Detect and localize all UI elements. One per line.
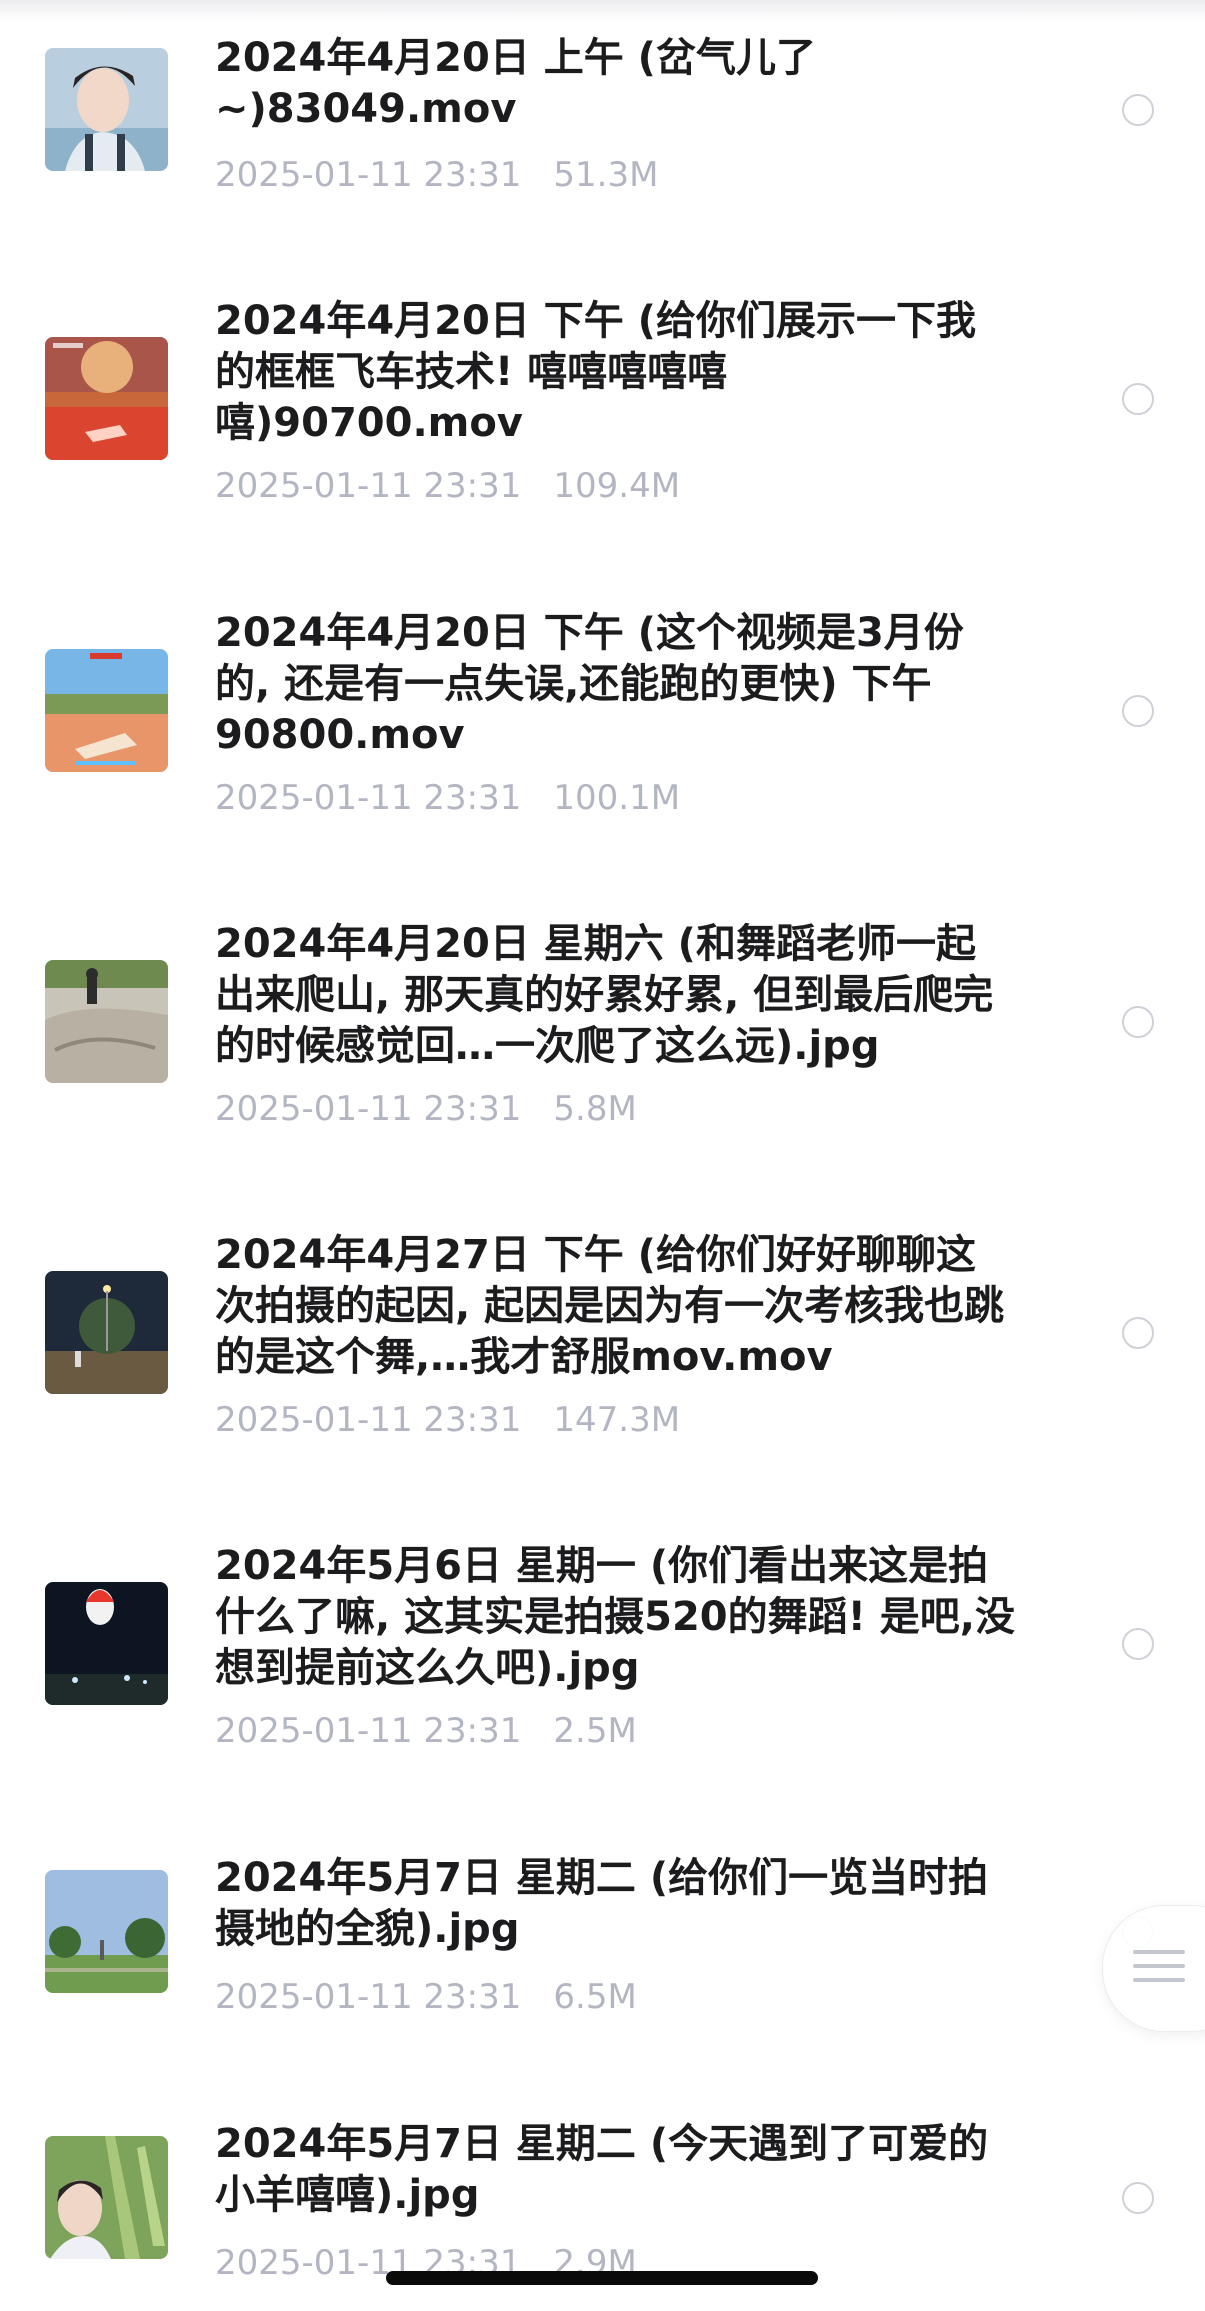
file-thumbnail xyxy=(45,337,168,460)
file-title: 2024年4月20日 星期六 (和舞蹈老师一起出来爬山, 那天真的好累好累, 但… xyxy=(215,921,994,1069)
file-thumbnail xyxy=(45,1870,168,1993)
file-title: 2024年5月7日 星期二 (给你们一览当时拍摄地的全貌).jpg xyxy=(215,1855,989,1952)
select-radio[interactable] xyxy=(1122,1628,1154,1660)
file-title: 2024年5月6日 星期一 (你们看出来这是拍什么了嘛, 这其实是拍摄520的舞… xyxy=(215,1543,1015,1691)
file-meta: 2025-01-11 23:31 6.5M xyxy=(215,1977,637,2017)
file-date: 2025-01-11 23:31 xyxy=(215,778,522,818)
file-size: 147.3M xyxy=(553,1400,681,1440)
file-size: 51.3M xyxy=(553,155,659,195)
file-meta: 2025-01-11 23:31 2.5M xyxy=(215,1711,637,1751)
file-size: 6.5M xyxy=(553,1977,637,2017)
file-title: 2024年5月7日 星期二 (今天遇到了可爱的小羊嘻嘻).jpg xyxy=(215,2121,989,2218)
file-meta: 2025-01-11 23:31 109.4M xyxy=(215,466,680,506)
file-thumbnail xyxy=(45,1271,168,1394)
file-thumbnail xyxy=(45,48,168,171)
file-title: 2024年4月20日 下午 (这个视频是3月份的, 还是有一点失误,还能跑的更快… xyxy=(215,610,964,758)
select-radio[interactable] xyxy=(1122,1317,1154,1349)
file-date: 2025-01-11 23:31 xyxy=(215,155,522,195)
select-radio[interactable] xyxy=(1122,1006,1154,1038)
file-thumbnail xyxy=(45,2136,168,2259)
top-fade xyxy=(0,0,1205,22)
file-meta: 2025-01-11 23:31 147.3M xyxy=(215,1400,680,1440)
floating-menu-button[interactable] xyxy=(1102,1905,1205,2032)
home-indicator[interactable] xyxy=(386,2271,818,2285)
select-radio[interactable] xyxy=(1122,2182,1154,2214)
file-meta: 2025-01-11 23:31 51.3M xyxy=(215,155,658,195)
file-thumbnail xyxy=(45,960,168,1083)
file-date: 2025-01-11 23:31 xyxy=(215,1400,522,1440)
file-meta: 2025-01-11 23:31 100.1M xyxy=(215,778,680,818)
file-size: 2.5M xyxy=(553,1711,637,1751)
file-title: 2024年4月27日 下午 (给你们好好聊聊这次拍摄的起因, 起因是因为有一次考… xyxy=(215,1232,1005,1380)
file-title: 2024年4月20日 下午 (给你们展示一下我的框框飞车技术! 嘻嘻嘻嘻嘻嘻)9… xyxy=(215,298,976,446)
file-date: 2025-01-11 23:31 xyxy=(215,1711,522,1751)
file-size: 109.4M xyxy=(553,466,681,506)
file-meta: 2025-01-11 23:31 5.8M xyxy=(215,1089,637,1129)
select-radio[interactable] xyxy=(1122,695,1154,727)
file-date: 2025-01-11 23:31 xyxy=(215,466,522,506)
file-title: 2024年4月20日 上午 (岔气儿了~)83049.mov xyxy=(215,35,816,132)
select-radio[interactable] xyxy=(1122,383,1154,415)
file-thumbnail xyxy=(45,1582,168,1705)
select-radio[interactable] xyxy=(1122,94,1154,126)
file-date: 2025-01-11 23:31 xyxy=(215,1977,522,2017)
file-size: 100.1M xyxy=(553,778,681,818)
file-size: 5.8M xyxy=(553,1089,637,1129)
file-date: 2025-01-11 23:31 xyxy=(215,1089,522,1129)
file-thumbnail xyxy=(45,649,168,772)
